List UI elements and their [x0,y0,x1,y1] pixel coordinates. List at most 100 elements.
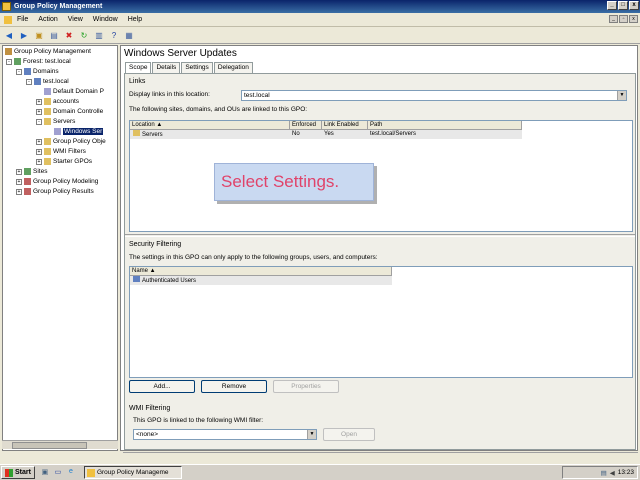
properties-icon[interactable]: ▦ [123,29,135,41]
start-button[interactable]: Start [1,466,35,479]
network-icon[interactable]: ▤ [601,469,607,477]
help-icon[interactable]: ? [108,29,120,41]
wmi-description: This GPO is linked to the following WMI … [133,417,264,424]
volume-icon[interactable]: ◀ [610,469,615,477]
tree-item-forest[interactable]: - Forest: test.local [6,57,71,66]
menu-window[interactable]: Window [93,16,118,23]
tree-item-default-policy[interactable]: Default Domain P [44,87,104,96]
column-path[interactable]: Path [368,121,522,130]
mdi-minimize-button[interactable]: _ [609,15,618,23]
tab-settings[interactable]: Settings [181,62,213,73]
start-label: Start [15,469,31,476]
back-icon[interactable]: ◀ [3,29,15,41]
tree-label: Group Policy Results [33,188,94,195]
tree-label: Windows Ser [63,128,104,135]
row-enforced: No [292,131,300,137]
clock[interactable]: 13:23 [618,469,634,476]
menu-action[interactable]: Action [38,16,57,23]
tree-label: Group Policy Management [14,48,91,55]
column-link-enabled[interactable]: Link Enabled [322,121,368,130]
tree-item-accounts[interactable]: + accounts [36,97,79,106]
tree-item-modeling[interactable]: + Group Policy Modeling [16,177,98,186]
tab-details[interactable]: Details [152,62,181,73]
column-label: Name [132,268,149,274]
expand-icon[interactable]: + [36,158,42,165]
expand-icon[interactable]: + [16,188,22,195]
taskbar-item-gpm[interactable]: Group Policy Manageme [83,466,182,479]
tree-item-sites[interactable]: + Sites [16,167,47,176]
gpo-title: Windows Server Updates [124,48,237,59]
expand-icon[interactable]: + [16,178,22,185]
links-header: Links [129,78,146,85]
app-icon [2,2,11,11]
tree-item-domain[interactable]: - test.local [26,77,69,86]
tree-item-servers[interactable]: - Servers [36,117,75,126]
column-location[interactable]: Location ▲ [130,121,290,130]
tab-delegation[interactable]: Delegation [213,62,253,73]
tree-item-wmi-filters[interactable]: + WMI Filters [36,147,86,156]
ie-icon[interactable]: e [66,468,76,478]
console-icon [4,15,12,24]
powershell-icon[interactable]: ▭ [53,468,63,478]
server-manager-icon[interactable]: ▣ [40,468,50,478]
mdi-controls: _ ▫ x [609,15,638,23]
open-button[interactable]: Open [323,428,375,441]
mdi-restore-button[interactable]: ▫ [619,15,628,23]
display-links-select[interactable]: test.local ▼ [241,90,627,101]
menu-view[interactable]: View [68,16,83,23]
tree-label: test.local [43,78,69,85]
collapse-icon[interactable]: - [16,68,22,75]
mdi-close-button[interactable]: x [629,15,638,23]
security-header: Security Filtering [129,241,182,248]
delete-icon[interactable]: ✖ [63,29,75,41]
maximize-button[interactable]: □ [618,1,628,10]
collapse-icon[interactable]: - [36,118,42,125]
menu-file[interactable]: File [17,16,28,23]
tree-item-domain-controllers[interactable]: + Domain Controlle [36,107,103,116]
tree-scrollbar[interactable] [2,440,118,449]
security-list[interactable]: Name ▲ Authenticated Users [129,266,633,378]
expand-icon[interactable]: + [36,148,42,155]
tree-item-domains[interactable]: - Domains [16,67,59,76]
expand-icon[interactable]: + [36,108,42,115]
tree-label: Domain Controlle [53,108,104,115]
tree-item-results[interactable]: + Group Policy Results [16,187,94,196]
tree-item-root[interactable]: Group Policy Management [5,47,91,56]
security-description: The settings in this GPO can only apply … [129,254,378,261]
menu-help[interactable]: Help [128,16,142,23]
export-icon[interactable]: ▥ [93,29,105,41]
users-icon [133,276,140,282]
collapse-icon[interactable]: - [26,78,32,85]
column-name[interactable]: Name ▲ [130,267,392,276]
column-enforced[interactable]: Enforced [290,121,322,130]
expand-icon[interactable]: + [36,138,42,145]
tree-item-windows-server-updates[interactable]: Windows Ser [54,127,104,136]
scroll-thumb[interactable] [12,442,87,449]
up-folder-icon[interactable]: ▣ [33,29,45,41]
chevron-down-icon[interactable]: ▼ [307,430,316,439]
remove-button[interactable]: Remove [201,380,267,393]
forward-icon[interactable]: ▶ [18,29,30,41]
title-bar: Group Policy Management _ □ x [0,0,640,13]
tab-scope[interactable]: Scope [125,62,152,73]
links-list[interactable]: Location ▲ Enforced Link Enabled Path Se… [129,120,633,232]
tree-item-gpo[interactable]: + Group Policy Obje [36,137,106,146]
refresh-icon[interactable]: ↻ [78,29,90,41]
row-link-enabled: Yes [324,131,334,137]
collapse-icon[interactable]: - [6,58,12,65]
properties-button[interactable]: Properties [273,380,339,393]
app-icon [86,468,95,477]
tree-label: Servers [53,118,76,125]
tree-item-starter-gpos[interactable]: + Starter GPOs [36,157,92,166]
toolbar: ◀ ▶ ▣ ▤ ✖ ↻ ▥ ? ▦ [0,27,640,44]
minimize-button[interactable]: _ [607,1,617,10]
add-button[interactable]: Add... [129,380,195,393]
group-name: Authenticated Users [142,278,197,284]
wmi-filter-select[interactable]: <none> ▼ [133,429,317,440]
splitter[interactable] [125,234,635,237]
show-tree-icon[interactable]: ▤ [48,29,60,41]
chevron-down-icon[interactable]: ▼ [617,91,626,100]
expand-icon[interactable]: + [36,98,42,105]
close-button[interactable]: x [629,1,639,10]
expand-icon[interactable]: + [16,168,22,175]
